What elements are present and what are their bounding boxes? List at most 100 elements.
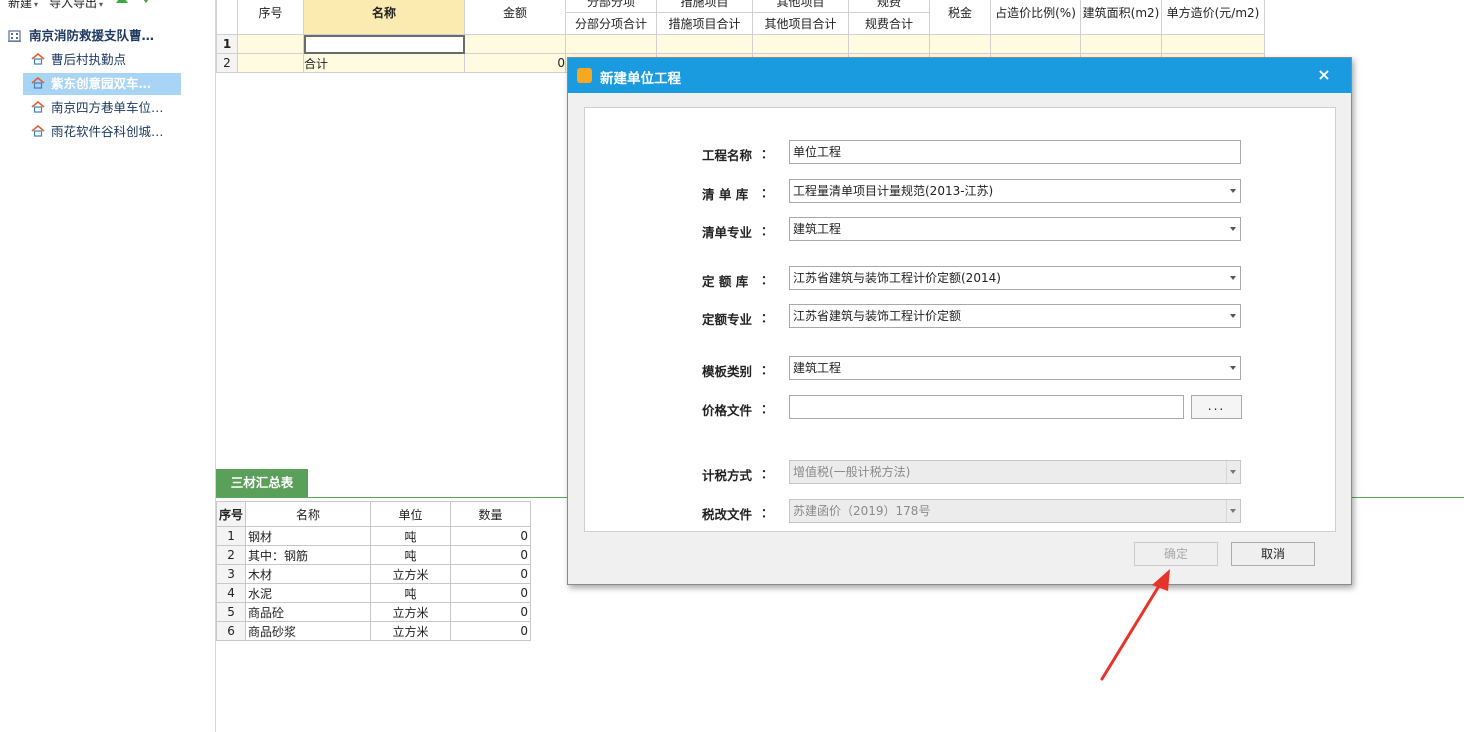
cell-name[interactable]: 钢材	[245, 526, 372, 546]
header-unit-cost[interactable]: 单方造价(元/m2)	[1161, 0, 1265, 35]
cell-unit[interactable]: 吨	[370, 583, 452, 603]
tax-reform-file-select[interactable]: 苏建函价（2019）178号	[789, 499, 1241, 523]
header-cost-ratio[interactable]: 占造价比例(%)	[990, 0, 1081, 35]
header-tax[interactable]: 税金	[929, 0, 991, 35]
browse-button[interactable]: ...	[1191, 395, 1242, 419]
cell-unit[interactable]: 立方米	[370, 564, 452, 584]
cell-name[interactable]: 水泥	[245, 583, 372, 603]
cell-name[interactable]: 合计	[303, 53, 465, 73]
cell-quantity[interactable]: 0	[450, 621, 532, 641]
header-index[interactable]: 序号	[237, 0, 304, 35]
header-division-total[interactable]: 分部分项合计	[565, 12, 657, 35]
move-up-icon[interactable]	[116, 0, 128, 3]
header-measure-total[interactable]: 措施项目合计	[656, 12, 753, 35]
field-project-name: 工程名称 ： 单位工程	[585, 140, 1335, 166]
header-measure-items[interactable]: 措施项目	[656, 0, 753, 13]
chevron-down-icon	[1230, 227, 1236, 231]
cell-unit[interactable]: 立方米	[370, 621, 452, 641]
cell-unit[interactable]: 吨	[370, 545, 452, 565]
cell[interactable]	[929, 34, 991, 54]
table-row[interactable]: 4 水泥吨 0	[215, 583, 532, 603]
close-icon[interactable]: ×	[1314, 65, 1334, 85]
tree-item-label: 南京四方巷单车位…	[51, 100, 164, 115]
cell-quantity[interactable]: 0	[450, 583, 532, 603]
header-name[interactable]: 名称	[303, 0, 465, 35]
cell[interactable]	[656, 34, 753, 54]
tab-materials-summary[interactable]: 三材汇总表	[216, 469, 308, 497]
cell-name[interactable]: 其中：钢筋	[245, 545, 372, 565]
header-fees[interactable]: 规费	[848, 0, 930, 13]
cell-index: 5	[215, 602, 247, 622]
field-colon: ：	[761, 224, 774, 238]
tree-item-1[interactable]: 紫东创意园双车…	[23, 73, 181, 95]
tree-item-3[interactable]: 雨花软件谷科创城…	[23, 121, 181, 143]
dialog-form: 工程名称 ： 单位工程 清 单 库 ： 工程量清单项目计量规范(2013-江苏)…	[584, 107, 1336, 532]
header-division-items[interactable]: 分部分项	[565, 0, 657, 13]
field-bill-library: 清 单 库 ： 工程量清单项目计量规范(2013-江苏)	[585, 179, 1335, 205]
cell[interactable]	[1161, 34, 1265, 54]
table-row[interactable]: 2 其中：钢筋吨 0	[215, 545, 532, 565]
header-building-area[interactable]: 建筑面积(m2)	[1080, 0, 1162, 35]
header-fees-total[interactable]: 规费合计	[848, 12, 930, 35]
cell-quantity[interactable]: 0	[450, 602, 532, 622]
cell-index[interactable]	[237, 53, 304, 73]
select-value: 江苏省建筑与装饰工程计价定额	[793, 309, 962, 323]
annotation-arrow-icon	[1100, 569, 1170, 681]
cell-index[interactable]	[237, 34, 304, 54]
cell-quantity[interactable]: 0	[450, 526, 532, 546]
tree-item-2[interactable]: 南京四方巷单车位…	[23, 97, 181, 119]
cancel-button[interactable]: 取消	[1231, 542, 1315, 566]
cell-name[interactable]: 商品砼	[245, 602, 372, 622]
header-other-total[interactable]: 其他项目合计	[752, 12, 849, 35]
cell-quantity[interactable]: 0	[450, 564, 532, 584]
field-colon: ：	[761, 363, 774, 377]
new-menu-button[interactable]: 新建 ▾	[8, 0, 38, 11]
cell-index: 3	[215, 564, 247, 584]
cell-unit[interactable]: 吨	[370, 526, 452, 546]
project-name-input[interactable]: 单位工程	[789, 140, 1241, 164]
cell-amount[interactable]	[464, 34, 566, 54]
move-down-icon[interactable]	[140, 0, 152, 3]
chevron-down-icon: ▾	[34, 0, 39, 9]
cell[interactable]	[1080, 34, 1162, 54]
cell-unit[interactable]: 立方米	[370, 602, 452, 622]
cell[interactable]	[565, 34, 657, 54]
cell-name[interactable]: 商品砂浆	[245, 621, 372, 641]
header-quantity[interactable]: 数量	[450, 501, 532, 527]
field-label: 税改文件	[702, 507, 753, 522]
template-type-select[interactable]: 建筑工程	[789, 356, 1241, 380]
header-name[interactable]: 名称	[245, 501, 372, 527]
ok-button[interactable]: 确定	[1134, 542, 1218, 566]
header-amount[interactable]: 金额	[464, 0, 566, 35]
tax-method-select[interactable]: 增值税(一般计税方法)	[789, 460, 1241, 484]
cell[interactable]	[990, 34, 1081, 54]
table-row[interactable]: 1	[216, 34, 1265, 54]
bill-specialty-select[interactable]: 建筑工程	[789, 217, 1241, 241]
import-export-menu-button[interactable]: 导入导出 ▾	[49, 0, 103, 11]
quota-specialty-select[interactable]: 江苏省建筑与装饰工程计价定额	[789, 304, 1241, 328]
select-value: 工程量清单项目计量规范(2013-江苏)	[793, 184, 994, 198]
cell-name[interactable]	[303, 34, 465, 54]
tree-item-0[interactable]: 曹后村执勤点	[23, 49, 181, 71]
cell[interactable]	[752, 34, 849, 54]
tree-root-project[interactable]: 南京消防救援支队曹…	[8, 25, 154, 43]
table-row[interactable]: 5 商品砼 立方米 0	[215, 602, 532, 622]
field-quota-specialty: 定额专业 ： 江苏省建筑与装饰工程计价定额	[585, 304, 1335, 330]
quota-library-select[interactable]: 江苏省建筑与装饰工程计价定额(2014)	[789, 266, 1241, 290]
cell-name[interactable]: 木材	[245, 564, 372, 584]
tree-item-label: 雨花软件谷科创城…	[51, 124, 164, 139]
table-row[interactable]: 6 商品砂浆 立方米 0	[215, 621, 532, 641]
cell[interactable]	[848, 34, 930, 54]
header-unit[interactable]: 单位	[370, 501, 452, 527]
bill-library-select[interactable]: 工程量清单项目计量规范(2013-江苏)	[789, 179, 1241, 203]
table-row[interactable]: 3 木材 立方米 0	[215, 564, 532, 584]
header-other-items[interactable]: 其他项目	[752, 0, 849, 13]
header-index[interactable]: 序号	[215, 501, 247, 527]
dialog-title-bar[interactable]: 新建单位工程 ×	[568, 58, 1351, 93]
table-row[interactable]: 1 钢材吨 0	[215, 526, 532, 546]
cell-quantity[interactable]: 0	[450, 545, 532, 565]
row-number: 1	[216, 34, 238, 54]
cell-amount[interactable]: 0	[464, 53, 566, 73]
price-file-input[interactable]	[789, 395, 1184, 419]
field-colon: ：	[761, 147, 774, 161]
